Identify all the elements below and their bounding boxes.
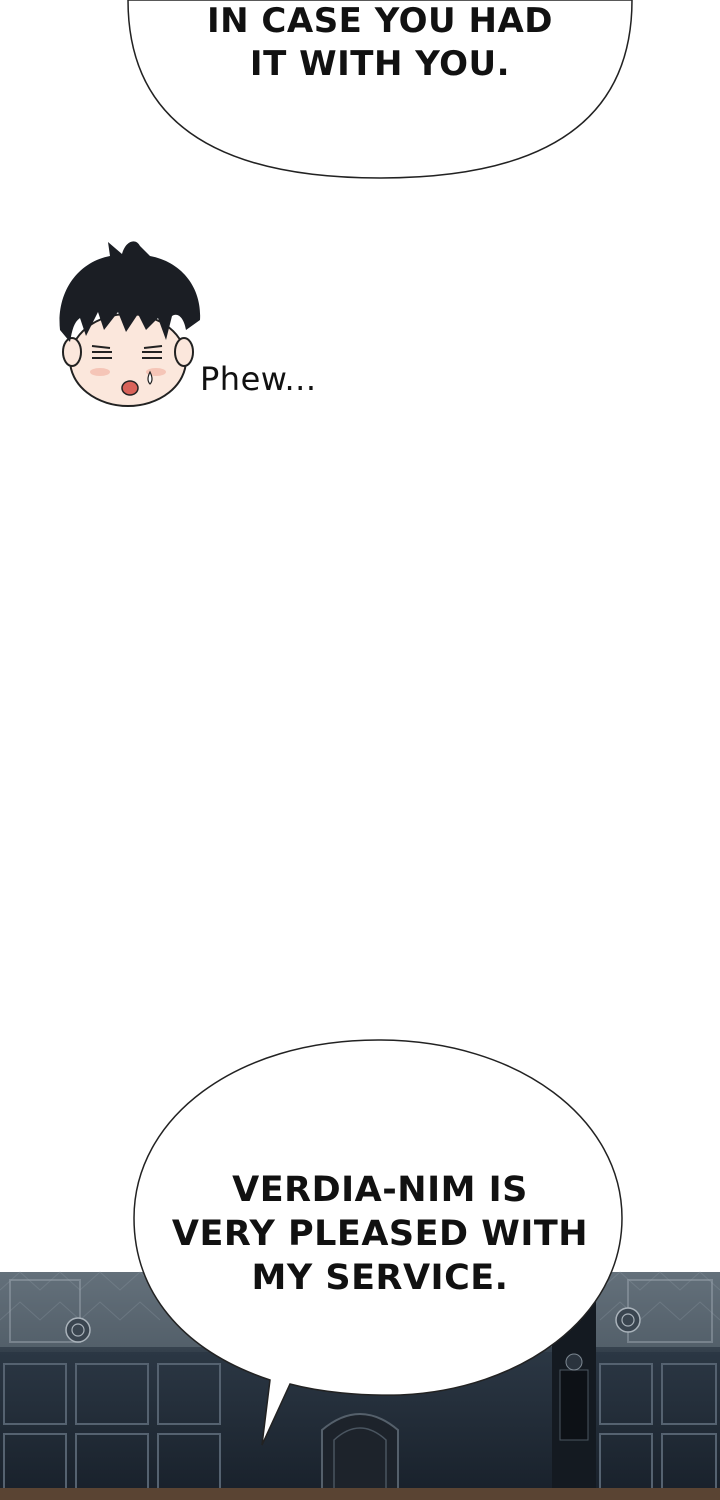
speech-line: IN CASE YOU HAD [206, 1, 553, 41]
speech-bubble-bottom-text: VERDIA-NIM IS VERY PLEASED WITH MY SERVI… [150, 1168, 610, 1300]
speech-bubble-top-text: IN CASE YOU HAD IT WITH YOU. [180, 0, 580, 86]
speech-line: VERY PLEASED WITH [171, 1214, 589, 1254]
sound-effect-text: Phew... [200, 360, 317, 398]
speech-line: MY SERVICE. [251, 1258, 509, 1298]
speech-line: IT WITH YOU. [249, 44, 511, 84]
speech-line: VERDIA-NIM IS [232, 1170, 528, 1210]
